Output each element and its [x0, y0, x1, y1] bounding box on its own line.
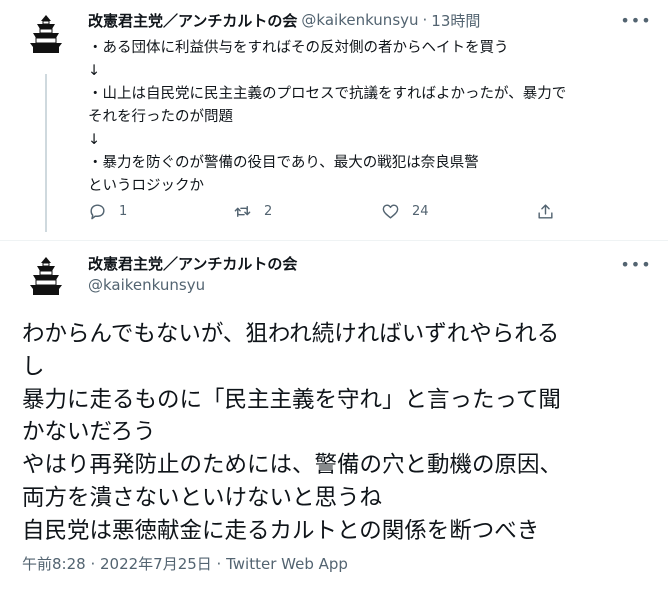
username[interactable]: @kaikenkunsyu [88, 276, 205, 294]
reply-icon [90, 204, 105, 220]
tweet-line: ・山上は自民党に民主主義のプロセスで抗議をすればよかったが、暴力で [88, 86, 567, 102]
reply-button[interactable]: 1 [88, 202, 127, 221]
reply-count: 1 [119, 204, 128, 219]
tweet-line: それを行ったのが問題 [88, 109, 233, 125]
tweet-text: わからんでもないが、狙われ続ければいずれやられる し 暴力に走るものに「民主主義… [22, 318, 652, 548]
tweet-line: ・ある団体に利益供与をすればその反対側の者からヘイトを買う [88, 40, 509, 56]
tweet-line: ・暴力を防ぐのが警備の役目であり、最大の戦犯は奈良県警 [88, 155, 479, 171]
tweet-line: 暴力に走るものに「民主主義を守れ」と言ったって聞 [22, 386, 561, 413]
tweet-text: ・ある団体に利益供与をすればその反対側の者からヘイトを買う ↓ ・山上は自民党に… [88, 37, 648, 198]
tweet-line: 自民党は悪徳献金に走るカルトとの関係を断つべき [22, 517, 540, 544]
tweet-line: やはり再発防止のためには、警備の穴と動機の原因、 [22, 452, 563, 479]
retweet-button[interactable]: 2 [233, 202, 272, 221]
more-options-button[interactable]: ••• [620, 254, 650, 274]
more-options-button[interactable]: ••• [620, 10, 650, 30]
share-button[interactable] [536, 202, 555, 221]
castle-icon [30, 15, 62, 53]
tweet-actions: 1 2 24 [88, 202, 568, 226]
retweet-count: 2 [264, 204, 273, 219]
timestamp-link[interactable]: 13時間 [431, 10, 480, 31]
tweet-line: 両方を潰さないといけないと思うね [22, 484, 383, 511]
display-name[interactable]: 改憲君主党／アンチカルトの会 [88, 253, 297, 274]
tweet-line: というロジックか [88, 178, 204, 194]
tweet-line: ↓ [88, 132, 101, 148]
tweet-line: わからんでもないが、狙われ続ければいずれやられる [22, 321, 560, 347]
more-dots-icon: ••• [620, 254, 652, 274]
tweet-line: かないだろう [22, 419, 156, 446]
tweet-header: 改憲君主党／アンチカルトの会 @kaikenkunsyu · 13時間 [88, 8, 480, 32]
castle-icon [30, 257, 62, 295]
divider [0, 240, 668, 241]
username[interactable]: @kaikenkunsyu [301, 11, 418, 29]
avatar[interactable] [22, 10, 70, 58]
separator: · [422, 11, 428, 29]
tweet-line: し [22, 353, 45, 380]
like-count: 24 [412, 204, 429, 219]
tweet-timestamp[interactable]: 午前8:28 · 2022年7月25日 · Twitter Web App [22, 553, 348, 574]
retweet-icon [234, 206, 251, 217]
display-name[interactable]: 改憲君主党／アンチカルトの会 [88, 10, 297, 31]
thread-line [45, 74, 47, 232]
more-dots-icon: ••• [620, 10, 652, 30]
tweet-line: ↓ [88, 63, 101, 79]
avatar[interactable] [22, 252, 70, 300]
heart-icon [382, 204, 399, 219]
like-button[interactable]: 24 [381, 202, 429, 221]
share-icon [538, 204, 553, 219]
